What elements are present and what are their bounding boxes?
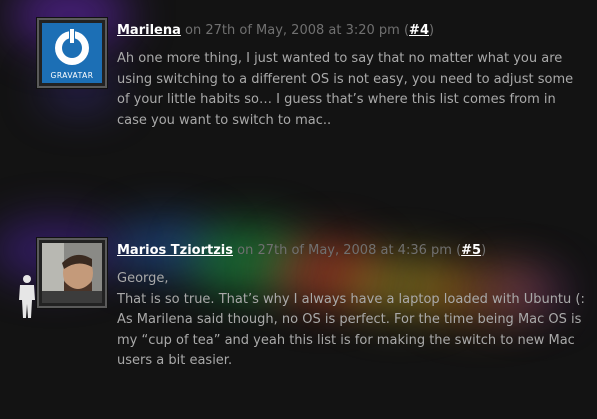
comment-body: George, That is so true. That’s why I al… xyxy=(117,269,589,372)
comment-permalink[interactable]: #4 xyxy=(409,23,429,38)
comment-meta: Marilena on 27th of May, 2008 at 3:20 pm… xyxy=(117,23,435,38)
person-silhouette-icon xyxy=(19,275,35,318)
comment-paragraph: As Marilena said though, no OS is perfec… xyxy=(117,312,582,368)
author-link[interactable]: Marilena xyxy=(117,23,181,38)
avatar[interactable]: GRAVATAR xyxy=(37,18,107,88)
comment-paragraph: That is so true. That’s why I always hav… xyxy=(117,291,585,307)
comment-date: on 27th of May, 2008 at 4:36 pm xyxy=(237,243,452,258)
comment-paragraph: Ah one more thing, I just wanted to say … xyxy=(117,51,574,128)
avatar[interactable] xyxy=(37,238,107,308)
comment-date: on 27th of May, 2008 at 3:20 pm xyxy=(185,23,400,38)
comment-permalink[interactable]: #5 xyxy=(461,243,481,258)
comment-meta: Marios Tziortzis on 27th of May, 2008 at… xyxy=(117,243,487,258)
gravatar-icon: GRAVATAR xyxy=(42,23,102,83)
author-link[interactable]: Marios Tziortzis xyxy=(117,243,233,258)
user-photo xyxy=(42,243,102,303)
comment-body: Ah one more thing, I just wanted to say … xyxy=(117,49,589,131)
gravatar-label: GRAVATAR xyxy=(50,71,94,80)
comment-paragraph: George, xyxy=(117,271,169,286)
